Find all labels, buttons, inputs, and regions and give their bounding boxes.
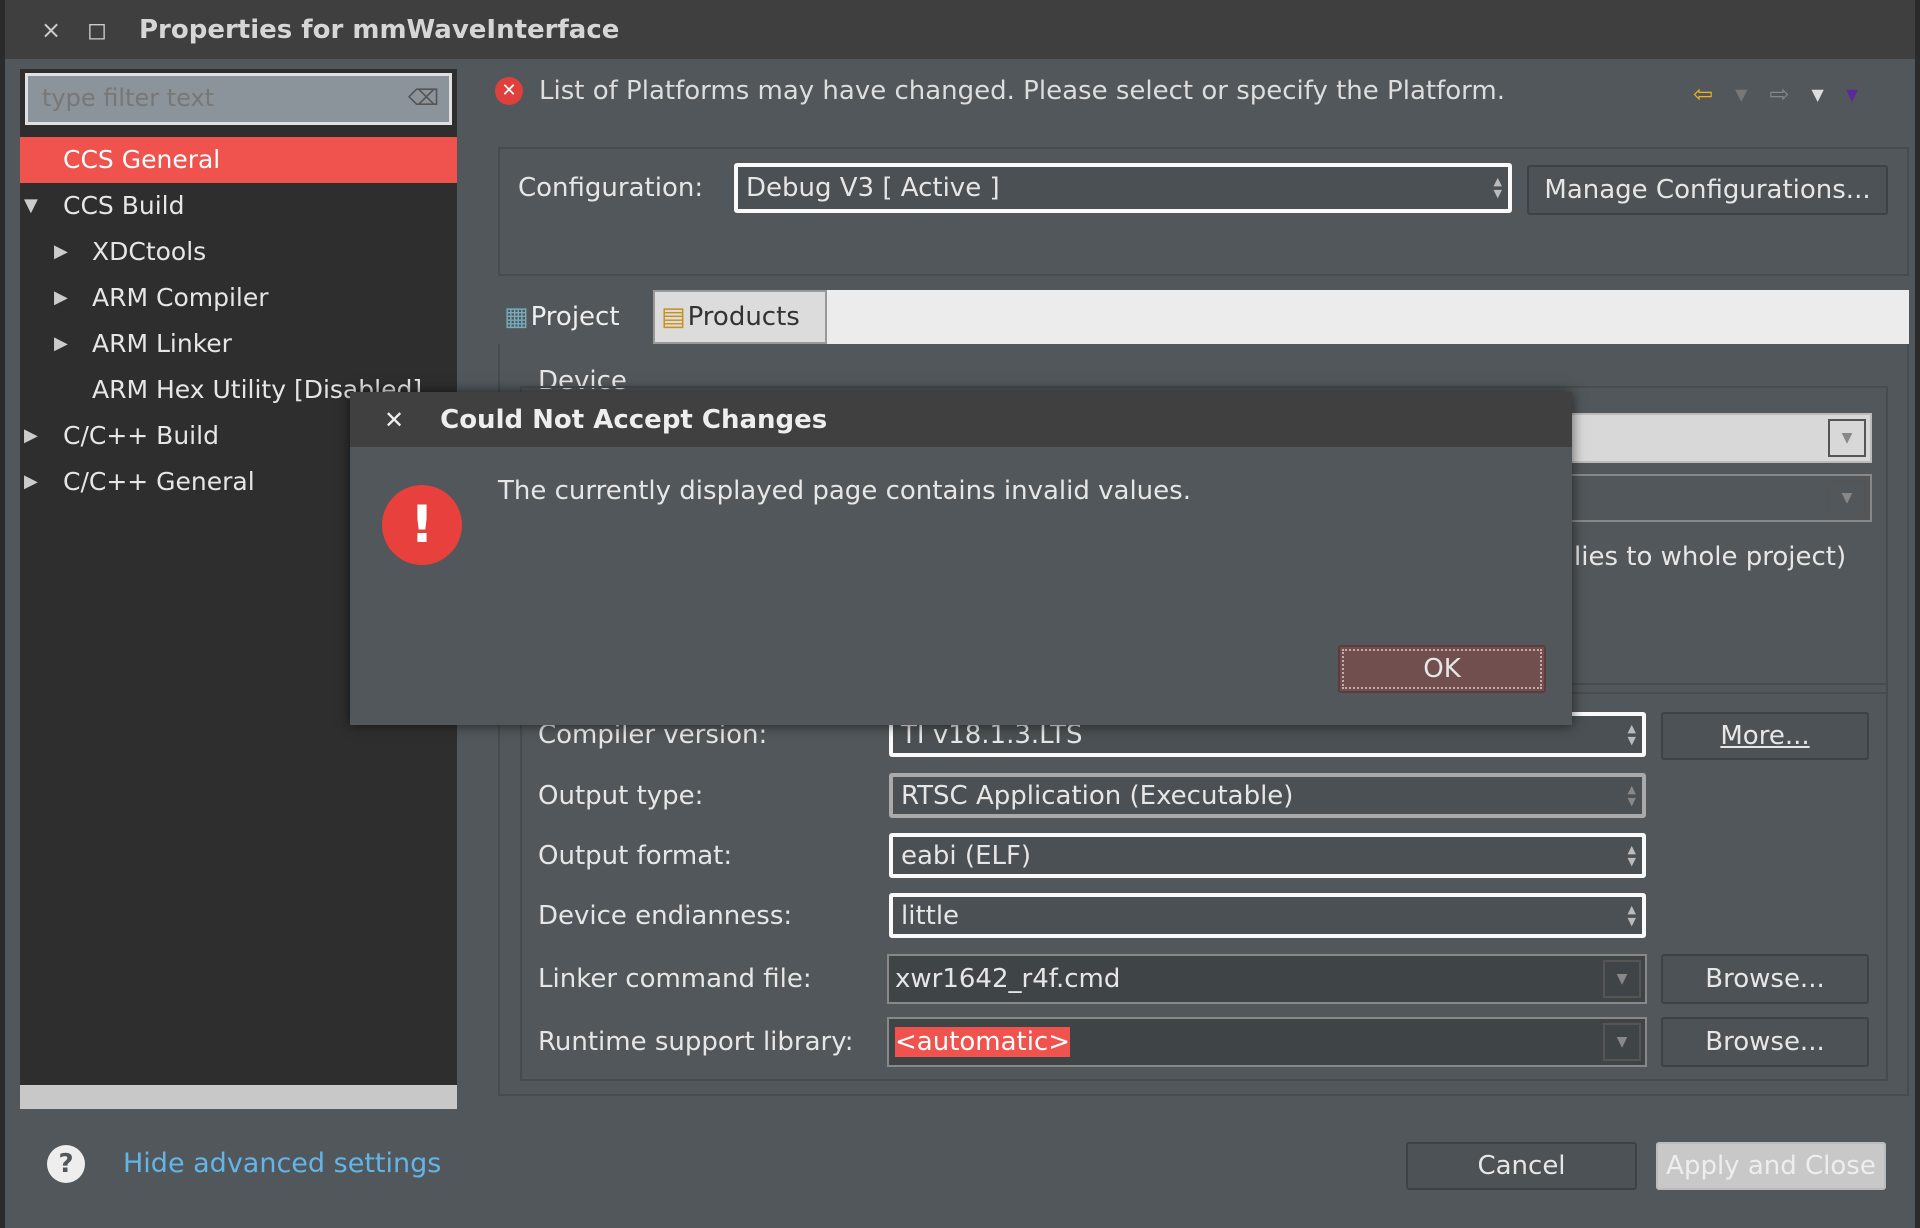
dropdown-arrow-icon[interactable]: ▼ — [1828, 419, 1866, 457]
project-icon: ▦ — [504, 302, 529, 332]
sidebar-item-label: ARM Linker — [92, 329, 232, 358]
browse-runtime-library-button[interactable]: Browse... — [1661, 1017, 1869, 1067]
nav-toolbar: ⇦ ▼ ⇨ ▼ ▼ — [1693, 80, 1858, 108]
error-icon: ! — [382, 485, 462, 565]
device-endianness-label: Device endianness: — [538, 901, 793, 931]
view-menu-icon[interactable]: ▼ — [1846, 85, 1858, 104]
output-format-label: Output format: — [538, 841, 733, 871]
sidebar-item-arm-compiler[interactable]: ▶ ARM Compiler — [20, 275, 457, 321]
runtime-support-library-input[interactable]: <automatic> ▼ — [887, 1017, 1647, 1067]
manage-configurations-button[interactable]: Manage Configurations... — [1527, 165, 1888, 215]
runtime-support-library-label: Runtime support library: — [538, 1027, 854, 1057]
products-icon: ▤ — [661, 302, 686, 332]
sidebar-item-label: CCS General — [63, 145, 221, 174]
spinner-arrows-icon[interactable]: ▲ ▼ — [1628, 722, 1636, 747]
error-icon: ✕ — [495, 77, 523, 105]
close-icon[interactable]: × — [39, 16, 63, 44]
linker-command-file-label: Linker command file: — [538, 964, 812, 994]
ok-button[interactable]: OK — [1338, 645, 1546, 693]
sidebar-item-ccs-build[interactable]: ▼ CCS Build — [20, 183, 457, 229]
collapsed-arrow-icon[interactable]: ▶ — [54, 275, 68, 321]
runtime-support-library-value: <automatic> — [895, 1027, 1071, 1057]
sidebar-item-label: C/C++ Build — [63, 421, 219, 450]
tab-strip: ▦ Project ▤ Products — [498, 290, 1909, 344]
back-arrow-icon[interactable]: ⇦ — [1693, 80, 1713, 108]
error-dialog: ✕ Could Not Accept Changes ! The current… — [350, 392, 1572, 725]
title-bar: × ◻ Properties for mmWaveInterface — [5, 0, 1915, 59]
window-title: Properties for mmWaveInterface — [139, 14, 620, 45]
message-text: List of Platforms may have changed. Plea… — [539, 76, 1505, 106]
forward-dropdown-icon[interactable]: ▼ — [1812, 85, 1824, 104]
sidebar-item-label: CCS Build — [63, 191, 185, 220]
configuration-select[interactable]: Debug V3 [ Active ] ▲ ▼ — [734, 163, 1512, 213]
sidebar-item-label: ARM Compiler — [92, 283, 269, 312]
configuration-group: Configuration: Debug V3 [ Active ] ▲ ▼ Man… — [498, 147, 1909, 276]
output-type-value: RTSC Application (Executable) — [901, 780, 1294, 811]
linker-command-file-input[interactable]: xwr1642_r4f.cmd ▼ — [887, 954, 1647, 1004]
sidebar-item-label: XDCtools — [92, 237, 207, 266]
collapsed-arrow-icon[interactable]: ▶ — [54, 321, 68, 367]
filter-placeholder: type filter text — [42, 84, 215, 112]
expanded-arrow-icon[interactable]: ▼ — [24, 183, 38, 229]
collapsed-arrow-icon[interactable]: ▶ — [54, 229, 68, 275]
linker-command-file-value: xwr1642_r4f.cmd — [895, 964, 1121, 994]
sidebar-item-xdctools[interactable]: ▶ XDCtools — [20, 229, 457, 275]
sidebar-item-ccs-general[interactable]: CCS General — [20, 137, 457, 183]
browse-linker-file-button[interactable]: Browse... — [1661, 954, 1869, 1004]
spinner-arrows-icon[interactable]: ▲ ▼ — [1494, 176, 1502, 200]
sidebar-item-arm-linker[interactable]: ▶ ARM Linker — [20, 321, 457, 367]
spinner-arrows-icon[interactable]: ▲ ▼ — [1628, 903, 1636, 928]
forward-arrow-icon[interactable]: ⇨ — [1769, 80, 1789, 108]
dialog-message: The currently displayed page contains in… — [498, 476, 1191, 506]
spinner-arrows-icon[interactable]: ▲ ▼ — [1628, 843, 1636, 868]
dropdown-arrow-icon[interactable]: ▼ — [1828, 480, 1866, 516]
more-button[interactable]: More... — [1661, 712, 1869, 760]
maximize-icon[interactable]: ◻ — [85, 16, 109, 44]
device-endianness-value: little — [901, 900, 960, 931]
output-type-select[interactable]: RTSC Application (Executable) ▲ ▼ — [889, 773, 1646, 818]
cancel-button[interactable]: Cancel — [1406, 1142, 1637, 1190]
configuration-value: Debug V3 [ Active ] — [746, 173, 1000, 203]
tab-label: Products — [687, 302, 800, 332]
platform-message: ✕ List of Platforms may have changed. Ple… — [495, 76, 1505, 106]
collapsed-arrow-icon[interactable]: ▶ — [24, 413, 38, 459]
help-icon[interactable]: ? — [47, 1145, 85, 1183]
configuration-label: Configuration: — [518, 173, 704, 203]
applies-to-whole-project-text: lies to whole project) — [1574, 542, 1847, 572]
filter-input[interactable]: type filter text ⌫ — [25, 73, 452, 125]
collapsed-arrow-icon[interactable]: ▶ — [24, 459, 38, 505]
tab-products[interactable]: ▤ Products — [653, 290, 827, 344]
dropdown-arrow-icon[interactable]: ▼ — [1603, 1023, 1641, 1061]
dialog-title: Could Not Accept Changes — [440, 404, 828, 435]
sidebar-scrollbar[interactable] — [20, 1085, 457, 1109]
device-endianness-select[interactable]: little ▲ ▼ — [889, 893, 1646, 938]
dropdown-arrow-icon[interactable]: ▼ — [1603, 960, 1641, 998]
sidebar-item-label: C/C++ General — [63, 467, 255, 496]
spinner-arrows-icon: ▲ ▼ — [1627, 782, 1636, 808]
output-format-value: eabi (ELF) — [901, 840, 1032, 871]
apply-and-close-button[interactable]: Apply and Close — [1656, 1142, 1886, 1190]
hide-advanced-settings-link[interactable]: Hide advanced settings — [123, 1148, 441, 1179]
output-type-label: Output type: — [538, 781, 704, 811]
back-dropdown-icon[interactable]: ▼ — [1735, 85, 1747, 104]
clear-filter-icon[interactable]: ⌫ — [408, 86, 439, 111]
dialog-close-icon[interactable]: ✕ — [384, 406, 404, 434]
output-format-select[interactable]: eabi (ELF) ▲ ▼ — [889, 833, 1646, 878]
dialog-title-bar: ✕ Could Not Accept Changes — [350, 392, 1572, 447]
tab-label: Project — [530, 302, 620, 332]
tab-project[interactable]: ▦ Project — [498, 290, 653, 344]
